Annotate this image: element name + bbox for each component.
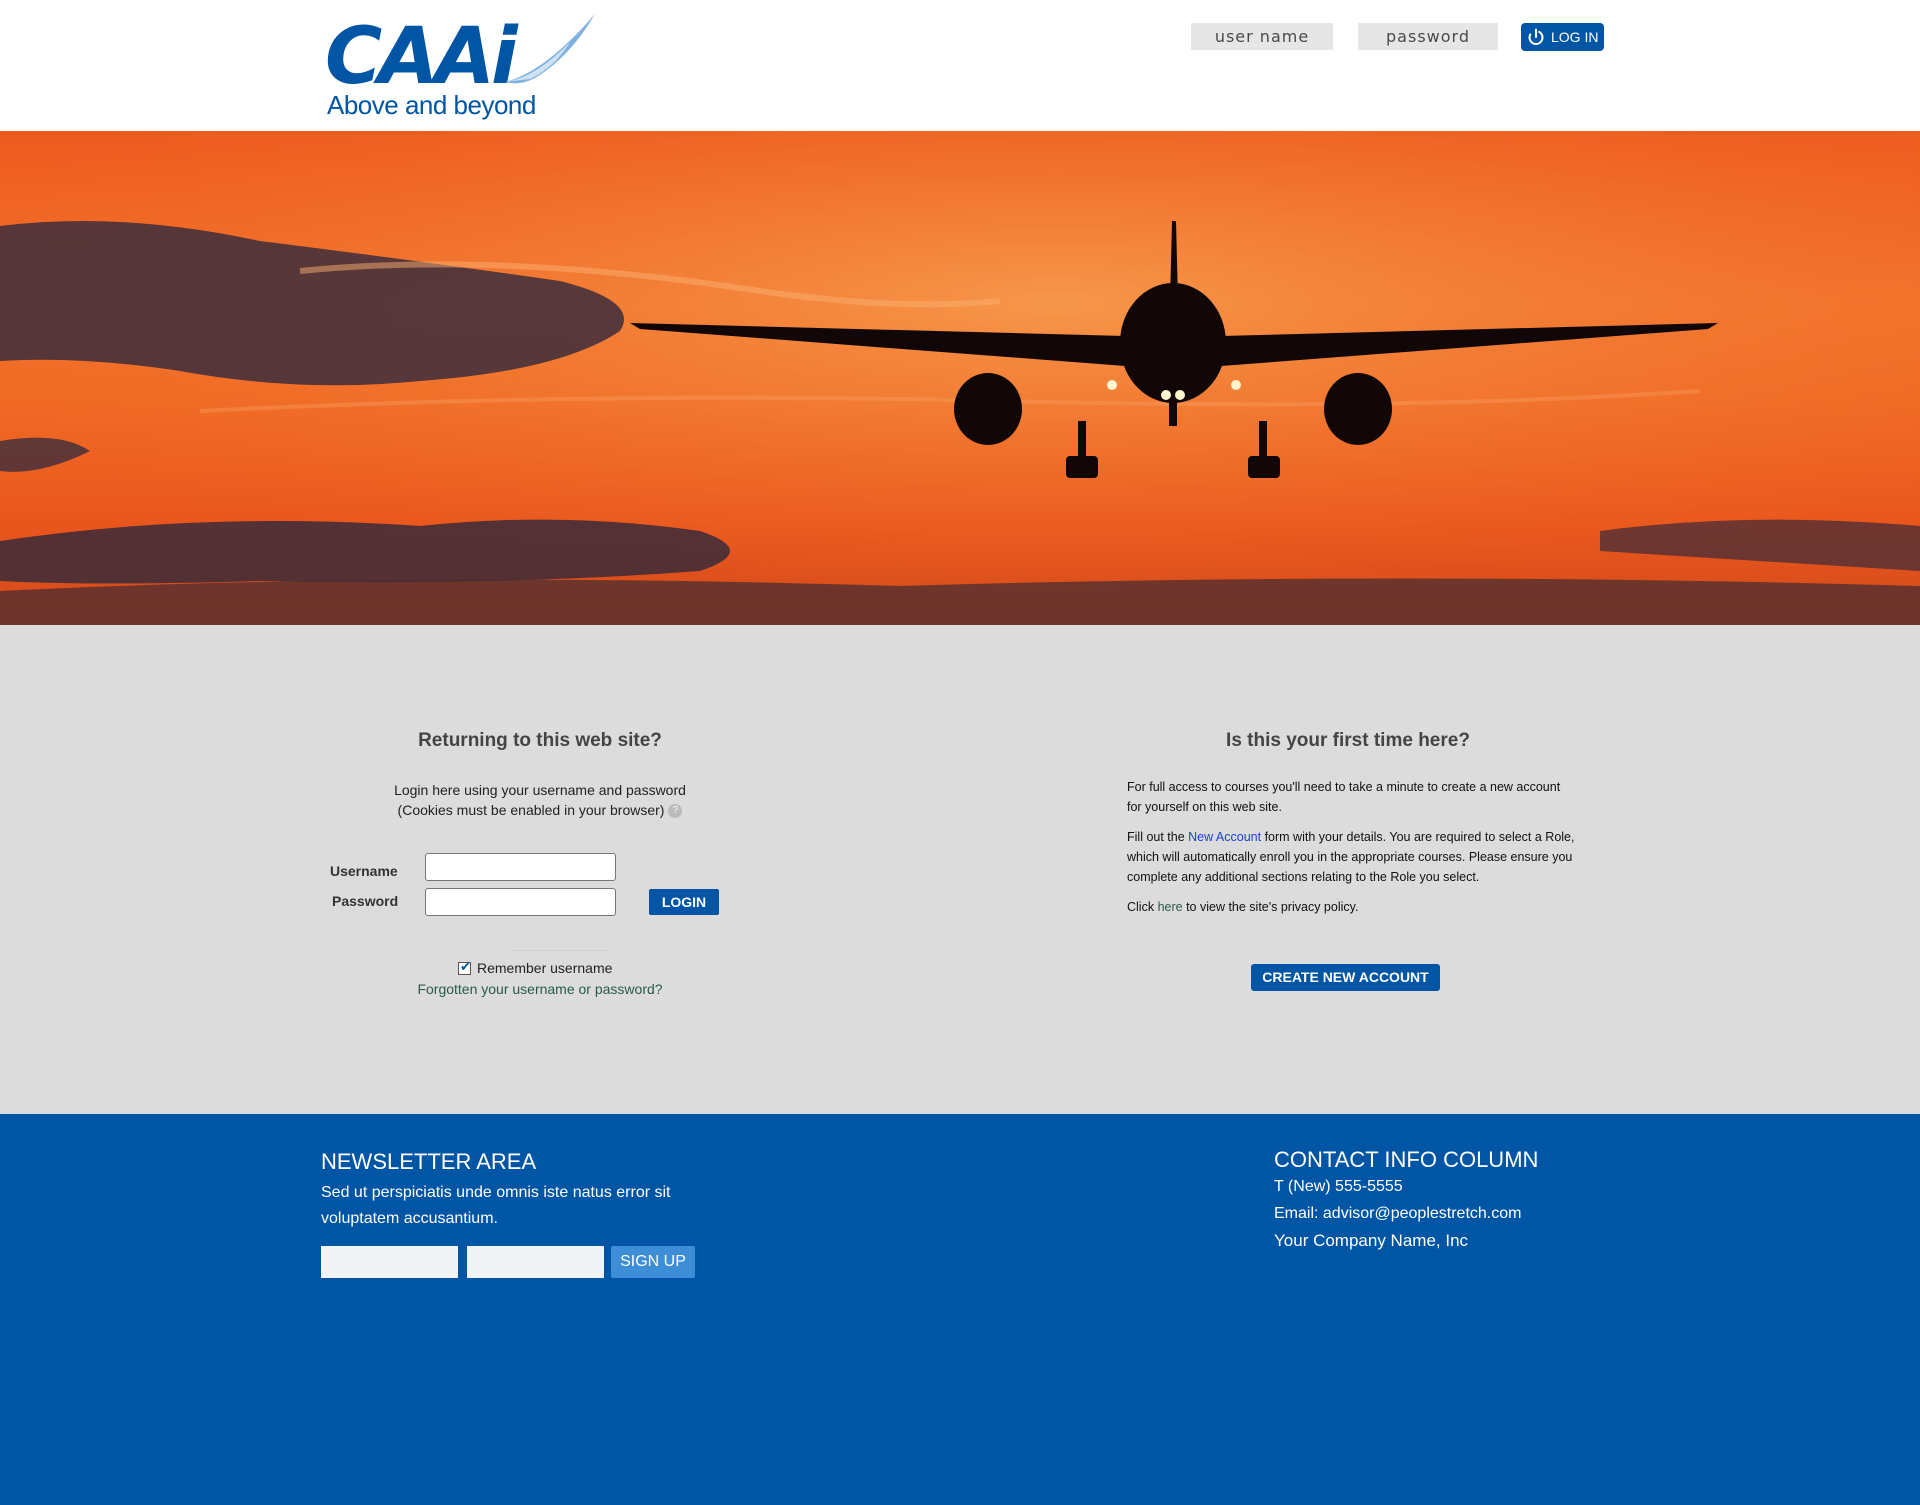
site-header: CAAi Above and beyond user name password… <box>0 0 1920 131</box>
help-icon[interactable]: ? <box>668 804 683 819</box>
signup-paragraph-2-lead: Fill out the <box>1127 830 1189 844</box>
power-icon <box>1528 28 1544 45</box>
header-login-label: LOG IN <box>1551 29 1599 45</box>
remember-username-row[interactable]: Remember username <box>458 959 613 976</box>
contact-title: CONTACT INFO COLUMN <box>1274 1147 1539 1172</box>
sunset-airplane-image <box>0 131 1920 625</box>
privacy-paragraph-rest: to view the site's privacy policy. <box>1182 900 1359 914</box>
contact-phone: T (New) 555-5555 <box>1274 1178 1403 1195</box>
privacy-paragraph: Click here to view the site's privacy po… <box>1127 897 1577 917</box>
forgot-password-link[interactable]: Forgotten your username or password? <box>340 981 740 997</box>
hero-banner <box>0 131 1920 625</box>
header-password-input[interactable]: password <box>1358 23 1498 50</box>
contact-company: Your Company Name, Inc <box>1274 1231 1469 1250</box>
login-button[interactable]: LOGIN <box>649 889 719 915</box>
logo-tagline: Above and beyond <box>327 90 536 120</box>
signup-paragraph-1: For full access to courses you'll need t… <box>1127 780 1561 814</box>
header-username-input[interactable]: user name <box>1191 23 1333 50</box>
divider <box>510 950 610 951</box>
contact-email: Email: advisor@peoplestretch.com <box>1274 1205 1522 1222</box>
login-section: Returning to this web site? Login here u… <box>0 625 1920 1114</box>
newsletter-email-input[interactable] <box>467 1246 604 1278</box>
site-footer: NEWSLETTER AREA Sed ut perspiciatis unde… <box>0 1114 1920 1505</box>
caai-logo[interactable]: CAAi Above and beyond <box>325 12 595 122</box>
password-label: Password <box>332 893 399 909</box>
newsletter-signup-button[interactable]: SIGN UP <box>611 1246 695 1278</box>
login-intro: Login here using your username and passw… <box>340 780 740 820</box>
newsletter-text: Sed ut perspiciatis unde omnis iste natu… <box>321 1184 671 1227</box>
privacy-policy-link[interactable]: here <box>1158 900 1183 914</box>
checkbox-checked-icon[interactable] <box>458 959 471 975</box>
returning-title: Returning to this web site? <box>418 730 662 751</box>
login-intro-line2: (Cookies must be enabled in your browser… <box>397 802 665 818</box>
signup-paragraph-2: Fill out the New Account form with your … <box>1127 827 1577 887</box>
create-new-account-button[interactable]: CREATE NEW ACCOUNT <box>1251 964 1440 991</box>
header-login-button[interactable]: LOG IN <box>1521 23 1604 51</box>
username-input[interactable] <box>425 853 616 881</box>
first-time-title: Is this your first time here? <box>1226 730 1470 751</box>
login-intro-line2-row: (Cookies must be enabled in your browser… <box>340 800 740 820</box>
logo-swoosh-icon <box>505 14 595 84</box>
password-input[interactable] <box>425 888 616 916</box>
privacy-paragraph-lead: Click <box>1127 900 1158 914</box>
newsletter-name-input[interactable] <box>321 1246 458 1278</box>
username-label: Username <box>330 863 398 879</box>
newsletter-title: NEWSLETTER AREA <box>321 1149 537 1174</box>
login-intro-line1: Login here using your username and passw… <box>394 782 686 798</box>
remember-username-label: Remember username <box>477 960 613 976</box>
new-account-link[interactable]: New Account <box>1188 830 1261 844</box>
